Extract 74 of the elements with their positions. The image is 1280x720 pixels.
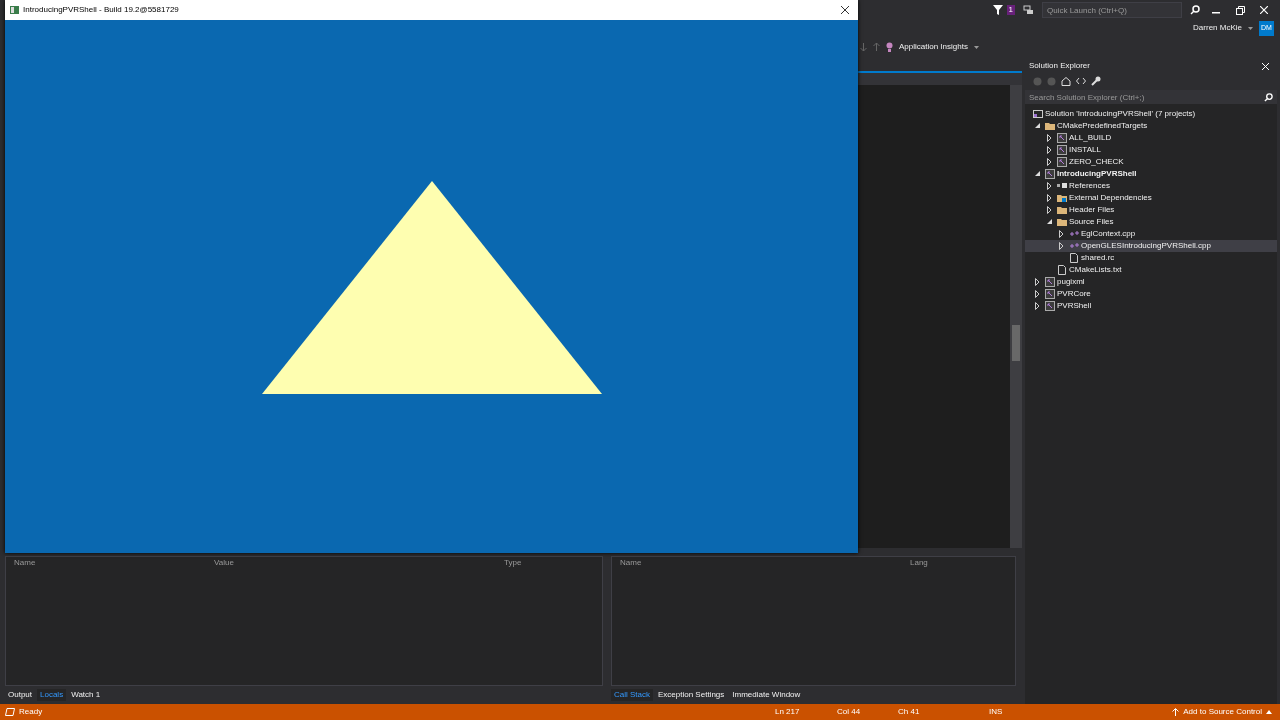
tree-item[interactable]: Source Files — [1025, 216, 1277, 228]
tab[interactable]: Call Stack — [611, 689, 653, 701]
references-icon — [1057, 181, 1067, 191]
project-icon — [1045, 289, 1055, 299]
window-title: IntroducingPVRShell - Build 19.2@5581729 — [23, 5, 179, 15]
tab[interactable]: Immediate Window — [729, 689, 804, 701]
user-name[interactable]: Darren McKie — [1193, 23, 1242, 33]
caret-icon — [1248, 26, 1253, 30]
line-number: Ln 217 — [775, 707, 801, 717]
column-header[interactable]: Name — [6, 558, 206, 568]
panel-title: Solution Explorer — [1029, 61, 1090, 71]
tab[interactable]: Locals — [37, 689, 67, 701]
column-header[interactable]: Value — [206, 558, 496, 568]
tree-item[interactable]: shared.rc — [1025, 252, 1277, 264]
lightbulb-icon[interactable] — [886, 42, 893, 52]
column-header[interactable]: Name — [612, 558, 902, 568]
tree-item[interactable]: IntroducingPVRShell — [1025, 168, 1277, 180]
tree-item[interactable]: ZERO_CHECK — [1025, 156, 1277, 168]
tree-item[interactable]: OpenGLESIntroducingPVRShell.cpp — [1025, 240, 1277, 252]
project-icon — [1045, 277, 1055, 287]
project-icon — [1057, 157, 1067, 167]
collapse-arrow-icon[interactable] — [1045, 218, 1055, 226]
tree-item[interactable]: CMakeLists.txt — [1025, 264, 1277, 276]
code-icon[interactable] — [1076, 77, 1086, 85]
project-icon — [1057, 145, 1067, 155]
project-icon — [1057, 133, 1067, 143]
tab[interactable]: Exception Settings — [655, 689, 728, 701]
tree-item[interactable]: EglContext.cpp — [1025, 228, 1277, 240]
home-icon[interactable] — [1061, 76, 1071, 86]
folder-icon — [1045, 121, 1055, 131]
caret-icon — [1266, 710, 1272, 714]
ready-icon — [5, 708, 15, 716]
app-icon — [10, 6, 19, 14]
solution-icon — [1033, 109, 1043, 119]
close-icon — [1260, 6, 1268, 14]
project-icon — [1045, 301, 1055, 311]
filter-icon[interactable] — [992, 5, 1003, 15]
column-header[interactable]: Type — [496, 558, 596, 568]
up-arrow-icon — [1172, 708, 1180, 716]
restore-icon — [1235, 5, 1245, 15]
source-control-button[interactable]: Add to Source Control — [1183, 706, 1262, 718]
tree-item[interactable]: pugixml — [1025, 276, 1277, 288]
tree-item[interactable]: CMakePredefinedTargets — [1025, 120, 1277, 132]
tree-item[interactable]: PVRShell — [1025, 300, 1277, 312]
feedback-icon[interactable] — [1023, 5, 1034, 15]
char-number: Ch 41 — [898, 707, 921, 717]
tree-item[interactable]: PVRCore — [1025, 288, 1277, 300]
down-arrow-icon — [860, 43, 867, 51]
tree-item[interactable]: Header Files — [1025, 204, 1277, 216]
application-insights-button[interactable]: Application Insights — [899, 42, 968, 52]
quick-launch-field[interactable]: Quick Launch (Ctrl+Q) — [1042, 2, 1182, 18]
notification-count: 1 — [1006, 5, 1015, 15]
up-arrow-icon — [873, 43, 880, 51]
tree-item[interactable]: External Dependencies — [1025, 192, 1277, 204]
tree-item[interactable]: Solution 'IntroducingPVRShell' (7 projects) — [1025, 108, 1277, 120]
close-icon — [841, 6, 849, 14]
column-number: Col 44 — [837, 707, 862, 717]
collapse-arrow-icon[interactable] — [1033, 170, 1043, 178]
collapse-arrow-icon[interactable] — [1033, 122, 1043, 130]
tab[interactable]: Watch 1 — [68, 689, 104, 701]
tree-item[interactable]: ALL_BUILD — [1025, 132, 1277, 144]
search-icon[interactable] — [1264, 92, 1273, 102]
tree-item[interactable]: References — [1025, 180, 1277, 192]
column-header[interactable]: Lang — [902, 558, 942, 568]
search-icon[interactable] — [1190, 5, 1200, 15]
project-icon — [1045, 169, 1055, 179]
scrollbar[interactable] — [1010, 85, 1022, 548]
tab[interactable]: Output — [5, 689, 35, 701]
close-icon — [1261, 62, 1269, 70]
status-text: Ready — [19, 707, 43, 717]
caret-icon — [973, 45, 979, 49]
insert-mode: INS — [989, 707, 1004, 717]
wrench-icon[interactable] — [1091, 76, 1101, 86]
tree-item[interactable]: INSTALL — [1025, 144, 1277, 156]
